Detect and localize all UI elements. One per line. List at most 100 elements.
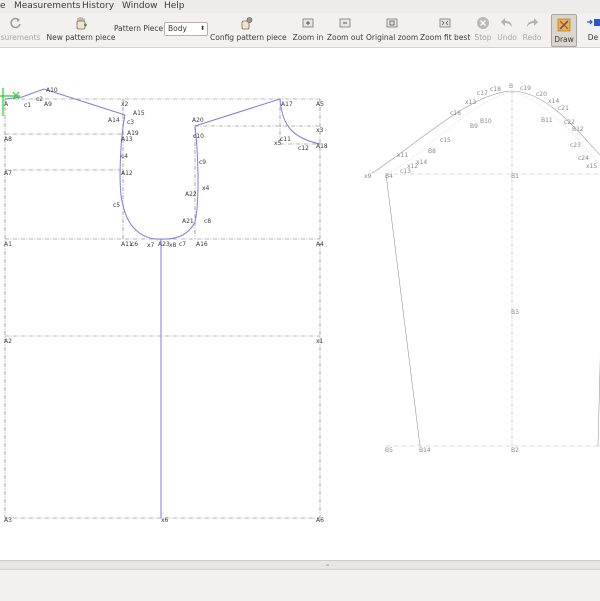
undo-button[interactable]: Undo	[494, 13, 520, 47]
point-x6: x6	[161, 517, 169, 524]
new-pattern-piece-label: New pattern piece	[46, 33, 116, 42]
body-pattern-piece: A A10 c1 c2 A9 x2 A15 A14 c3 A19 A13 A8 …	[0, 87, 328, 524]
point-c23: c23	[570, 142, 581, 149]
menu-history[interactable]: History	[82, 0, 114, 13]
point-c19: c19	[520, 85, 531, 92]
point-c12: c12	[298, 145, 309, 152]
point-x7: x7	[147, 242, 155, 249]
draw-tools-icon	[557, 18, 571, 32]
toolbar: asurements New pattern piece Pattern Pie…	[0, 13, 600, 48]
status-bar	[0, 569, 600, 601]
stop-button[interactable]: Stop	[472, 13, 494, 47]
point-B4: B4	[385, 173, 393, 180]
point-x4: x4	[202, 185, 210, 192]
point-c20: c20	[536, 91, 547, 98]
stop-label: Stop	[474, 33, 492, 42]
new-pattern-piece-button[interactable]: New pattern piece	[46, 13, 116, 47]
point-A17: A17	[281, 101, 293, 108]
point-A12: A12	[121, 170, 133, 177]
point-c11: c11	[280, 136, 291, 143]
point-c4: c4	[121, 153, 128, 160]
point-c2: c2	[36, 96, 43, 103]
point-A5: A5	[316, 101, 324, 108]
point-B11: B11	[541, 117, 553, 124]
point-A8: A8	[4, 136, 12, 143]
details-button[interactable]: De	[578, 13, 600, 47]
redo-label: Redo	[522, 33, 542, 42]
point-A1: A1	[4, 241, 12, 248]
original-zoom-button[interactable]: Original zoom	[366, 13, 418, 47]
point-c10: c10	[193, 133, 204, 140]
zoom-fit-icon	[439, 18, 451, 28]
point-B8: B8	[428, 148, 436, 155]
point-B: B	[509, 83, 513, 90]
measurements-button[interactable]: asurements	[0, 13, 40, 47]
point-c16: c16	[450, 110, 461, 117]
point-B2: B2	[511, 447, 519, 454]
details-arrow-icon	[587, 19, 600, 26]
point-c13: c13	[400, 168, 411, 175]
zoom-fit-best-label: Zoom fit best	[420, 33, 471, 42]
original-zoom-label: Original zoom	[366, 33, 419, 42]
redo-icon	[527, 18, 538, 27]
point-A9: A9	[44, 101, 52, 108]
point-c21: c21	[558, 105, 569, 112]
horizontal-scrollbar[interactable]: ═	[0, 560, 600, 569]
point-B12: B12	[572, 126, 584, 133]
menu-help[interactable]: Help	[164, 0, 185, 13]
point-A16: A16	[196, 241, 208, 248]
point-B3: B3	[511, 309, 519, 316]
point-c6: c6	[131, 241, 138, 248]
pattern-piece-label: Pattern Piece:	[114, 24, 166, 33]
point-A10: A10	[46, 87, 58, 94]
point-c15: c15	[440, 137, 451, 144]
config-pattern-piece-label: Config pattern piece	[210, 33, 287, 42]
point-x3: x3	[316, 127, 324, 134]
point-A13: A13	[121, 136, 133, 143]
menu-window[interactable]: Window	[122, 0, 158, 13]
point-x11: x11	[397, 152, 408, 159]
redo-button[interactable]: Redo	[520, 13, 544, 47]
config-pattern-piece-button[interactable]: Config pattern piece	[210, 13, 287, 47]
point-x1: x1	[316, 338, 324, 345]
draw-label: Draw	[554, 35, 574, 44]
hand-plus-icon	[76, 17, 87, 30]
point-A7: A7	[4, 170, 12, 177]
undo-icon	[501, 18, 512, 27]
drawing-canvas[interactable]: A A10 c1 c2 A9 x2 A15 A14 c3 A19 A13 A8 …	[0, 48, 600, 560]
zoom-out-label: Zoom out	[326, 33, 364, 42]
pattern-piece-select[interactable]: Body ⬍	[164, 22, 208, 36]
details-label: De	[587, 33, 599, 42]
zoom-in-label: Zoom in	[292, 33, 324, 42]
draw-button[interactable]: Draw	[551, 14, 577, 47]
point-x9: x9	[364, 173, 372, 180]
hand-gear-icon	[241, 17, 253, 30]
point-B9: B9	[470, 123, 478, 130]
point-A4: A4	[316, 241, 324, 248]
point-A22: A22	[185, 191, 197, 198]
point-A15: A15	[133, 110, 145, 117]
point-x8: x8	[169, 242, 177, 249]
menu-file[interactable]: e	[0, 0, 6, 13]
point-B1: B1	[511, 173, 519, 180]
point-A2: A2	[4, 338, 12, 345]
pattern-drawing[interactable]: A A10 c1 c2 A9 x2 A15 A14 c3 A19 A13 A8 …	[0, 48, 600, 560]
point-c1: c1	[24, 102, 31, 109]
zoom-fit-best-button[interactable]: Zoom fit best	[420, 13, 470, 47]
zoom-out-icon	[339, 18, 351, 28]
zoom-out-button[interactable]: Zoom out	[326, 13, 364, 47]
point-B10: B10	[480, 118, 492, 125]
point-c8: c8	[204, 218, 211, 225]
original-zoom-icon	[386, 18, 398, 28]
sleeve-pattern-piece: B c18 c19 c17 c20 x13 x14 c21 c16 B10 B9…	[364, 83, 600, 454]
undo-label: Undo	[497, 33, 517, 42]
point-A14: A14	[108, 117, 120, 124]
point-x2: x2	[121, 101, 129, 108]
menu-measurements[interactable]: Measurements	[14, 0, 80, 13]
point-c24: c24	[578, 155, 589, 162]
zoom-in-button[interactable]: Zoom in	[292, 13, 324, 47]
stop-icon	[477, 17, 489, 29]
point-A21: A21	[182, 218, 194, 225]
point-c5: c5	[113, 202, 120, 209]
point-c18: c18	[490, 86, 501, 93]
